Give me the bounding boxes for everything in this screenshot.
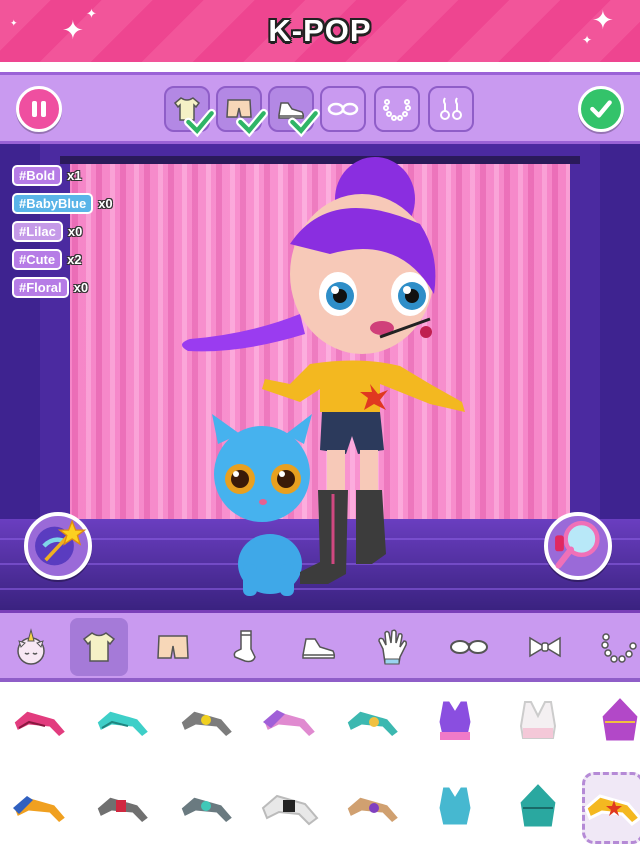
item-pink-jacket[interactable] [5,692,75,752]
necklace-icon [601,633,637,663]
tag-lilac: #Lilac [12,220,63,242]
tag-count: x0 [73,279,89,295]
jacket-icon [178,708,237,740]
item-gray-yellow-jacket[interactable] [172,692,242,752]
checkmark-icon [236,108,268,138]
jacket-icon [344,794,403,826]
necklace-icon [383,99,411,121]
category-unicorn[interactable] [2,618,60,676]
tag-row: #Floral x0 [12,276,113,298]
tag-row: #Cute x2 [12,248,113,270]
glove-icon [378,629,407,665]
category-shoes[interactable] [290,618,348,676]
curtain-rod [60,156,580,164]
jacket-icon [584,794,640,826]
earrings-icon [440,97,462,120]
stage-preview: #Bold x1 #BabyBlue x0 #Lilac x0 #Cute x2… [0,144,640,610]
item-teal-halter-top[interactable] [503,778,573,838]
item-orange-jacket[interactable] [5,778,75,838]
tag-count: x1 [67,167,82,183]
crop-top-icon [436,698,474,742]
sock-icon [233,630,256,663]
jacket-icon [94,708,153,740]
unicorn-icon [17,628,45,665]
tag-bold: #Bold [12,164,63,186]
item-purple-crop-top[interactable] [420,692,490,752]
pause-button[interactable] [16,86,62,132]
jacket-icon [344,708,403,740]
tag-count: x0 [67,223,83,239]
jacket-icon [11,708,70,740]
category-bottoms[interactable] [144,618,202,676]
sparkle-icon: ✦ [62,16,84,46]
sparkle-icon: ✦ [592,6,614,36]
halter-top-icon [599,693,640,744]
sparkle-icon: ✦ [582,33,593,47]
jacket-icon [261,794,319,826]
tag-cute: #Cute [12,248,63,270]
jacket-icon [11,794,70,826]
slot-glasses[interactable] [320,86,366,132]
bow-icon [529,636,561,658]
item-teal-jacket[interactable] [88,692,158,752]
sparkle-icon: ✦ [10,19,18,29]
outfit-toolbar [0,72,640,144]
category-glasses[interactable] [440,618,498,676]
slot-top[interactable] [164,86,216,138]
checkmark-icon [590,100,612,118]
sparkle-icon: ✦ [86,7,97,22]
item-teal-print-jacket[interactable] [338,692,408,752]
tag-count: x2 [67,251,82,267]
divider [0,62,640,72]
mirror-icon [555,520,600,569]
tag-row: #Bold x1 [12,164,113,186]
jacket-icon [178,794,237,826]
item-grid [0,682,640,854]
style-tags: #Bold x1 #BabyBlue x0 #Lilac x0 #Cute x2… [12,164,113,304]
shorts-icon [157,635,189,659]
item-teal-crop-top[interactable] [420,778,490,838]
slot-bottoms[interactable] [216,86,268,138]
halter-top-icon [517,779,559,830]
tag-row: #Lilac x0 [12,220,113,242]
category-bar [0,610,640,682]
game-title: K-POP [268,13,372,48]
sneaker-icon [302,638,336,659]
slot-earrings[interactable] [428,86,474,132]
category-gloves[interactable] [364,618,422,676]
checkmark-icon [288,108,320,138]
category-bows[interactable] [516,618,574,676]
item-white-sports-bra[interactable] [503,692,573,752]
item-purple-halter-top[interactable] [585,692,640,752]
category-socks[interactable] [216,618,274,676]
jacket-icon [94,794,153,826]
tag-babyblue: #BabyBlue [12,192,94,214]
tag-row: #BabyBlue x0 [12,192,113,214]
jacket-icon [261,708,320,740]
checkmark-icon [184,108,216,138]
slot-necklace[interactable] [374,86,420,132]
crop-top-icon [436,784,474,828]
slot-shoes[interactable] [268,86,320,138]
title-bar: ✦ ✦ ✦ K-POP ✦ ✦ [0,0,640,62]
magic-wand-button[interactable] [24,512,92,580]
top-icon [82,632,116,662]
mirror-button[interactable] [544,512,612,580]
magic-wand-icon [35,519,87,566]
pause-icon [30,101,48,117]
item-tan-print-jacket[interactable] [338,778,408,838]
tag-count: x0 [98,195,113,211]
item-red-gray-jacket[interactable] [88,778,158,838]
sports-bra-icon [519,701,557,739]
category-tops[interactable] [70,618,128,676]
item-gray-teal-jacket[interactable] [172,778,242,838]
item-white-black-jacket[interactable] [255,778,325,838]
item-yellow-star-jacket[interactable] [582,772,640,844]
tag-floral: #Floral [12,276,69,298]
confirm-button[interactable] [578,86,624,132]
category-necklaces[interactable] [590,618,640,676]
glasses-icon [450,640,488,654]
item-pink-purple-jacket[interactable] [255,692,325,752]
glasses-icon [327,102,359,116]
